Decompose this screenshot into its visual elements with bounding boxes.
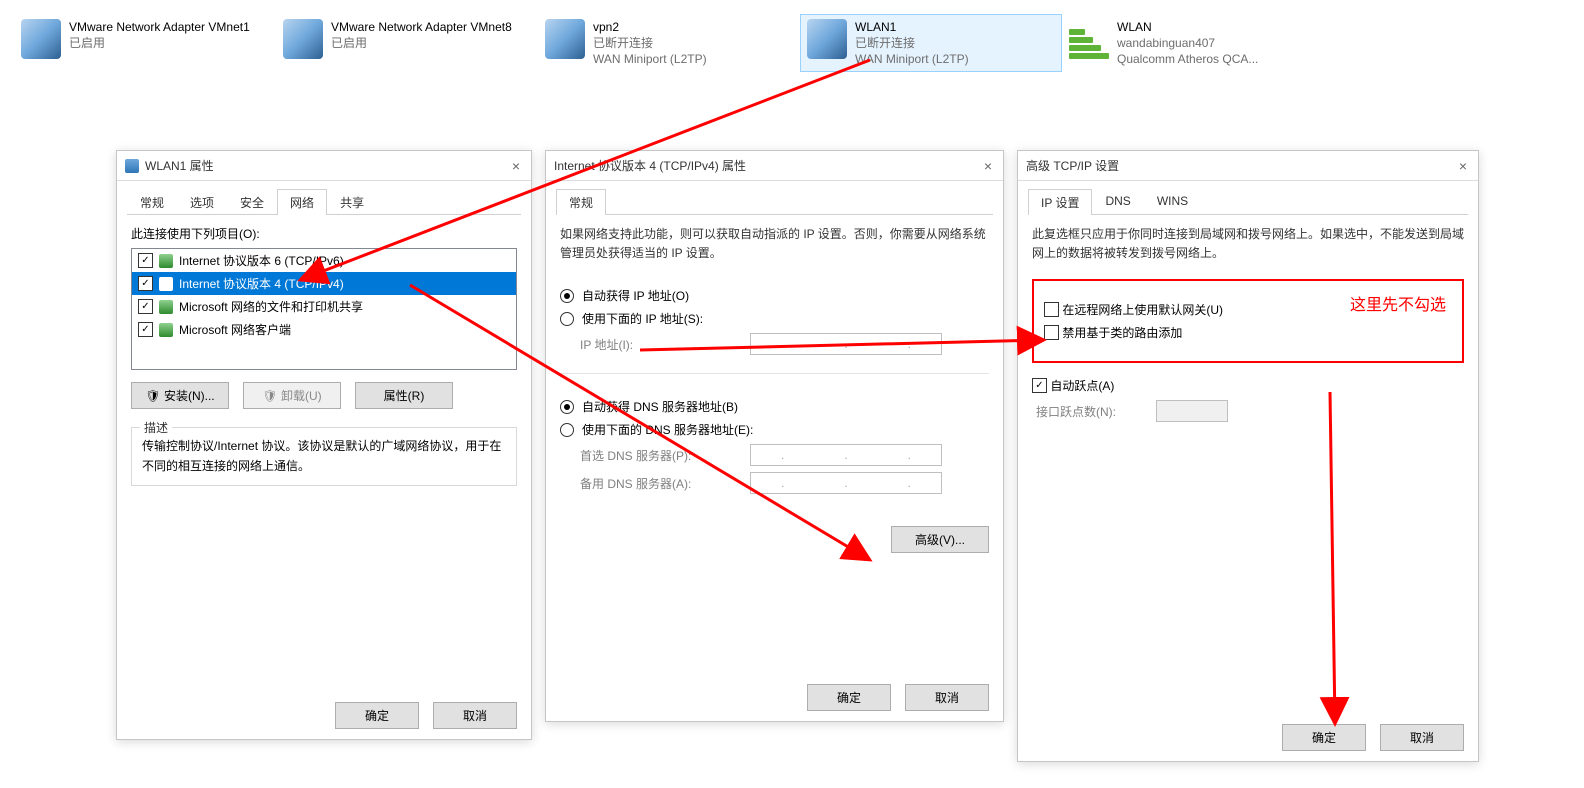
adapter-status: 已断开连接 [855,35,969,51]
adapter-name: WLAN [1117,19,1258,35]
cancel-button[interactable]: 取消 [905,684,989,711]
checkbox-class-route[interactable]: 禁用基于类的路由添加 [1044,324,1452,341]
cancel-button[interactable]: 取消 [1380,724,1464,751]
radio-auto-ip[interactable]: 自动获得 IP 地址(O) [560,287,989,304]
description-group-title: 描述 [140,419,172,436]
wlan1-properties-dialog: WLAN1 属性 × 常规选项安全网络共享 此连接使用下列项目(O): Inte… [116,150,532,740]
close-icon[interactable]: × [981,159,995,173]
protocol-label: Microsoft 网络客户端 [179,321,291,338]
dialog-titlebar[interactable]: WLAN1 属性 × [117,151,531,181]
protocol-icon [159,277,173,291]
adapter-status: 已启用 [331,35,512,51]
ip-address-input[interactable]: ... [750,333,942,355]
tab-选项[interactable]: 选项 [177,189,227,215]
cancel-button[interactable]: 取消 [433,702,517,729]
adapter-device: WAN Miniport (L2TP) [855,51,969,67]
network-adapter-icon [21,19,61,59]
description-text: 传输控制协议/Internet 协议。该协议是默认的广域网络协议，用于在不同的相… [142,436,506,477]
advanced-tabs: IP 设置DNSWINS [1028,189,1468,215]
ok-button[interactable]: 确定 [1282,724,1366,751]
ok-button[interactable]: 确定 [807,684,891,711]
protocol-icon [159,254,173,268]
metric-label: 接口跃点数(N): [1036,403,1156,420]
ok-button[interactable]: 确定 [335,702,419,729]
protocol-item[interactable]: Internet 协议版本 6 (TCP/IPv6) [132,249,516,272]
adapter-status: wandabinguan407 [1117,35,1258,51]
protocol-icon [159,323,173,337]
checkbox[interactable] [138,299,153,314]
props-tabs: 常规选项安全网络共享 [127,189,521,215]
advanced-button[interactable]: 高级(V)... [891,526,989,553]
network-adapter-icon [283,19,323,59]
radio-manual-dns[interactable]: 使用下面的 DNS 服务器地址(E): [560,421,989,438]
tab-常规[interactable]: 常规 [127,189,177,215]
adapter-item[interactable]: VMware Network Adapter VMnet8已启用 [276,14,538,72]
adapter-item[interactable]: vpn2已断开连接WAN Miniport (L2TP) [538,14,800,72]
network-icon [125,159,139,173]
ip-address-label: IP 地址(I): [580,336,750,353]
checkbox-auto-metric[interactable]: 自动跃点(A) [1032,377,1464,394]
dialog-title: Internet 协议版本 4 (TCP/IPv4) 属性 [554,157,746,174]
tab-共享[interactable]: 共享 [327,189,377,215]
tab-网络[interactable]: 网络 [277,189,327,215]
network-adapter-icon [807,19,847,59]
uninstall-button[interactable]: 🛡 卸载(U) [243,382,341,409]
protocol-label: Internet 协议版本 4 (TCP/IPv4) [179,275,344,292]
dialog-titlebar[interactable]: Internet 协议版本 4 (TCP/IPv4) 属性 × [546,151,1003,181]
ipv4-intro: 如果网络支持此功能，则可以获取自动指派的 IP 设置。否则，你需要从网络系统管理… [560,225,989,263]
wifi-icon [1069,19,1109,59]
dns2-label: 备用 DNS 服务器(A): [580,475,750,492]
checkbox[interactable] [138,253,153,268]
adapter-name: WLAN1 [855,19,969,35]
checkbox[interactable] [138,322,153,337]
ipv4-tabs: 常规 [556,189,993,215]
protocol-item[interactable]: Microsoft 网络客户端 [132,318,516,341]
adapter-status: 已断开连接 [593,35,707,51]
radio-manual-ip[interactable]: 使用下面的 IP 地址(S): [560,310,989,327]
adapter-item[interactable]: VMware Network Adapter VMnet1已启用 [14,14,276,72]
tab-DNS[interactable]: DNS [1092,189,1143,215]
adapter-item[interactable]: WLAN1已断开连接WAN Miniport (L2TP) [800,14,1062,72]
annotation-text: 这里先不勾选 [1350,291,1446,315]
connection-items-label: 此连接使用下列项目(O): [131,225,517,242]
highlight-box: 在远程网络上使用默认网关(U) 禁用基于类的路由添加 这里先不勾选 [1032,279,1464,363]
adapter-item[interactable]: WLANwandabinguan407Qualcomm Atheros QCA.… [1062,14,1324,72]
dialog-titlebar[interactable]: 高级 TCP/IP 设置 × [1018,151,1478,181]
adapter-status: 已启用 [69,35,250,51]
radio-auto-dns[interactable]: 自动获得 DNS 服务器地址(B) [560,398,989,415]
advanced-tcpip-dialog: 高级 TCP/IP 设置 × IP 设置DNSWINS 此复选框只应用于你同时连… [1017,150,1479,762]
tab-IP 设置[interactable]: IP 设置 [1028,189,1092,215]
dns1-input[interactable]: ... [750,444,942,466]
checkbox[interactable] [138,276,153,291]
close-icon[interactable]: × [1456,159,1470,173]
adapter-device: Qualcomm Atheros QCA... [1117,51,1258,67]
advanced-intro: 此复选框只应用于你同时连接到局域网和拨号网络上。如果选中，不能发送到局域网上的数… [1032,225,1464,263]
network-adapters-row: VMware Network Adapter VMnet1已启用VMware N… [14,14,1570,72]
protocol-item[interactable]: Internet 协议版本 4 (TCP/IPv4) [132,272,516,295]
dialog-title: 高级 TCP/IP 设置 [1026,157,1119,174]
properties-button[interactable]: 属性(R) [355,382,453,409]
protocol-label: Microsoft 网络的文件和打印机共享 [179,298,363,315]
ipv4-properties-dialog: Internet 协议版本 4 (TCP/IPv4) 属性 × 常规 如果网络支… [545,150,1004,722]
adapter-name: vpn2 [593,19,707,35]
tab-general[interactable]: 常规 [556,189,606,215]
tab-安全[interactable]: 安全 [227,189,277,215]
adapter-device: WAN Miniport (L2TP) [593,51,707,67]
dns2-input[interactable]: ... [750,472,942,494]
adapter-name: VMware Network Adapter VMnet1 [69,19,250,35]
tab-WINS[interactable]: WINS [1144,189,1201,215]
dns1-label: 首选 DNS 服务器(P): [580,447,750,464]
network-adapter-icon [545,19,585,59]
close-icon[interactable]: × [509,159,523,173]
protocol-label: Internet 协议版本 6 (TCP/IPv6) [179,252,344,269]
protocol-icon [159,300,173,314]
dialog-title: WLAN1 属性 [145,157,214,174]
protocol-item[interactable]: Microsoft 网络的文件和打印机共享 [132,295,516,318]
adapter-name: VMware Network Adapter VMnet8 [331,19,512,35]
install-button[interactable]: 🛡 安装(N)... [131,382,229,409]
protocol-list[interactable]: Internet 协议版本 6 (TCP/IPv6) Internet 协议版本 … [131,248,517,370]
metric-input[interactable] [1156,400,1228,422]
